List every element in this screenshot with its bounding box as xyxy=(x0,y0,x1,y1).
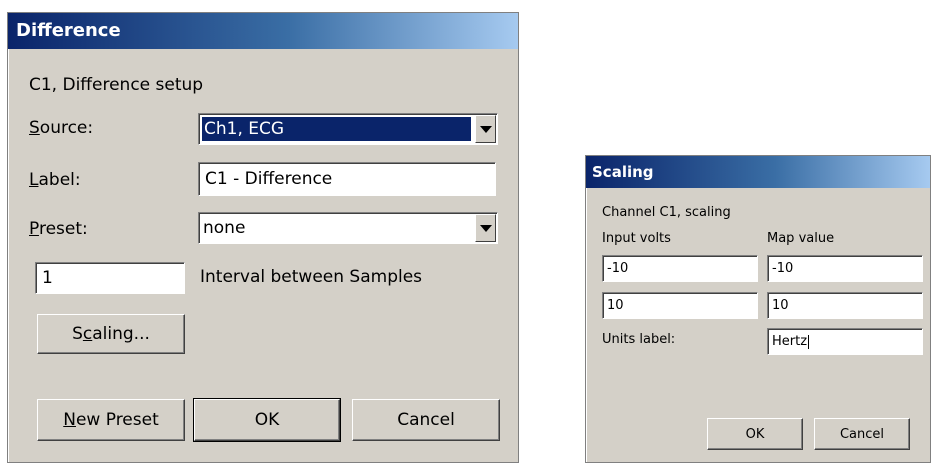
units-label: Units label: xyxy=(602,332,676,347)
source-selected-value: Ch1, ECG xyxy=(204,119,285,139)
scaling-button-mnemonic: c xyxy=(82,324,93,344)
scaling-ok-label: OK xyxy=(745,426,765,442)
scaling-channel-label: Channel C1, scaling xyxy=(602,205,731,220)
scaling-dialog: Scaling Channel C1, scaling Input volts … xyxy=(585,155,931,463)
map-value-row1-value: -10 xyxy=(772,261,794,276)
preset-combobox[interactable]: none xyxy=(198,212,498,244)
preset-selected-value-box: none xyxy=(203,216,471,240)
chevron-down-icon xyxy=(479,224,492,232)
source-label: Source: xyxy=(29,118,93,138)
cancel-button-label: Cancel xyxy=(397,410,455,430)
ok-button-label: OK xyxy=(254,410,280,430)
cancel-button[interactable]: Cancel xyxy=(352,399,500,441)
difference-titlebar[interactable]: Difference xyxy=(8,13,518,49)
preset-label-mnemonic: P xyxy=(29,219,39,239)
map-value-header: Map value xyxy=(767,231,835,246)
source-label-rest: ource: xyxy=(39,118,94,138)
units-input[interactable]: Hertz xyxy=(767,328,923,355)
source-dropdown-button[interactable] xyxy=(475,115,496,143)
interval-input-value: 1 xyxy=(42,268,53,288)
new-preset-button-label: New Preset xyxy=(63,410,159,430)
input-volts-row1-input[interactable]: -10 xyxy=(602,255,758,282)
interval-label: Interval between Samples xyxy=(200,267,423,287)
preset-label: Preset: xyxy=(29,219,88,239)
ok-button[interactable]: OK xyxy=(193,398,341,442)
scaling-titlebar[interactable]: Scaling xyxy=(586,156,930,188)
difference-subtitle: C1, Difference setup xyxy=(29,75,204,95)
scaling-button[interactable]: Scaling... xyxy=(37,314,185,354)
input-volts-row2-value: 10 xyxy=(607,298,624,313)
difference-title: Difference xyxy=(16,20,121,41)
scaling-ok-button[interactable]: OK xyxy=(707,418,803,450)
label-input-value: C1 - Difference xyxy=(205,169,333,189)
units-input-value: Hertz xyxy=(772,334,808,349)
source-combobox[interactable]: Ch1, ECG xyxy=(198,113,498,145)
map-value-row1-input[interactable]: -10 xyxy=(767,255,923,282)
map-value-row2-value: 10 xyxy=(772,298,789,313)
input-volts-row2-input[interactable]: 10 xyxy=(602,292,758,319)
text-caret xyxy=(808,334,810,349)
interval-input[interactable]: 1 xyxy=(35,262,185,294)
input-volts-header: Input volts xyxy=(602,231,671,246)
scaling-title: Scaling xyxy=(592,163,654,181)
scaling-button-label-pre: S xyxy=(72,324,83,344)
label-label-rest: abel: xyxy=(38,170,81,190)
scaling-button-label: Scaling... xyxy=(72,324,150,344)
scaling-button-label-post: aling... xyxy=(92,324,150,344)
label-label: Label: xyxy=(29,170,81,190)
input-volts-row1-value: -10 xyxy=(607,261,629,276)
source-selected-value-box: Ch1, ECG xyxy=(202,117,471,141)
map-value-row2-input[interactable]: 10 xyxy=(767,292,923,319)
chevron-down-icon xyxy=(479,125,492,133)
difference-dialog: Difference C1, Difference setup Source: … xyxy=(7,12,519,463)
scaling-cancel-button[interactable]: Cancel xyxy=(814,418,910,450)
source-label-mnemonic: S xyxy=(29,118,40,138)
new-preset-label-rest: ew Preset xyxy=(75,410,159,430)
new-preset-mnemonic: N xyxy=(63,410,76,430)
preset-dropdown-button[interactable] xyxy=(475,214,496,242)
preset-selected-value: none xyxy=(203,218,246,238)
label-input[interactable]: C1 - Difference xyxy=(198,162,496,196)
new-preset-button[interactable]: New Preset xyxy=(37,399,185,441)
scaling-cancel-label: Cancel xyxy=(839,426,885,442)
preset-label-rest: reset: xyxy=(38,219,88,239)
